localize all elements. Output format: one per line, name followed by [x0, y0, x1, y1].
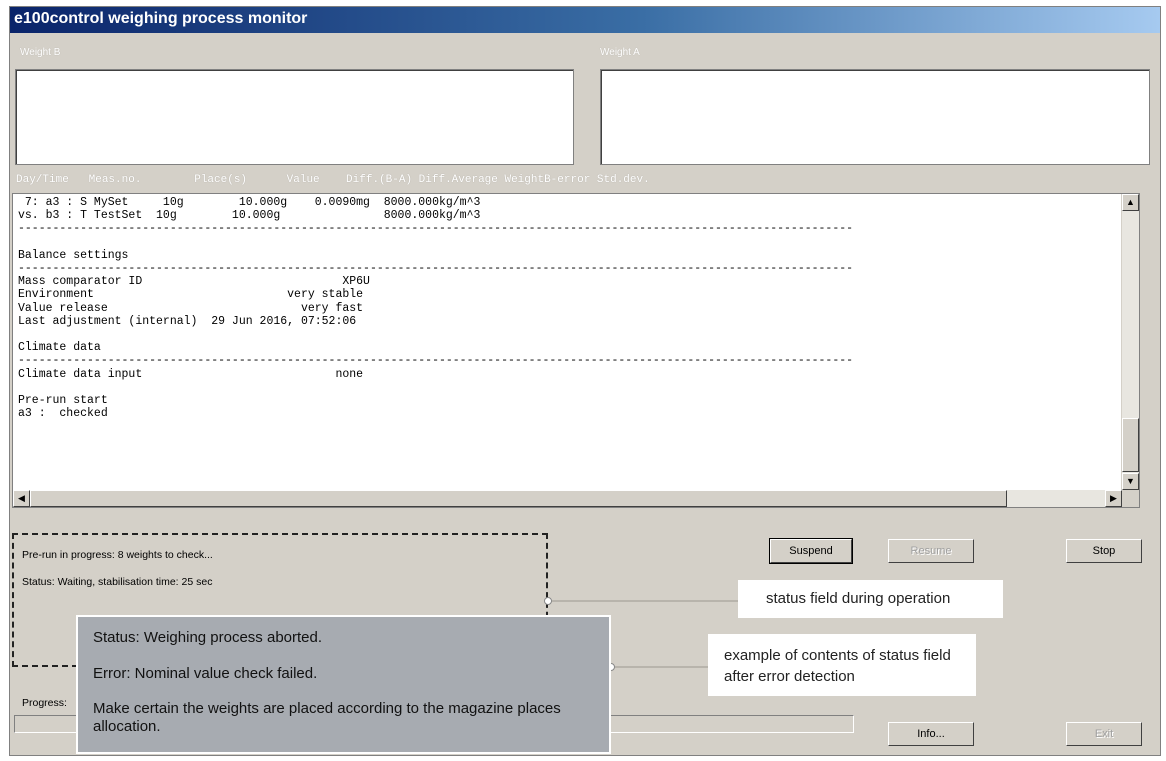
stop-button[interactable]: Stop: [1066, 539, 1142, 563]
scroll-down-button[interactable]: ▼: [1122, 473, 1139, 490]
window-title: e100control weighing process monitor: [14, 10, 308, 27]
scroll-thumb[interactable]: [1122, 418, 1139, 472]
suspend-button[interactable]: Suspend: [769, 538, 853, 564]
scroll-left-button[interactable]: ◀: [13, 490, 30, 507]
log-text: 7: a3 : S MySet 10g 10.000g 0.0090mg 800…: [18, 196, 854, 421]
status-callout-line: [548, 600, 738, 602]
status-field-callout-text: status field during operation: [766, 590, 951, 607]
error-callout-line: [611, 666, 708, 668]
weight-a-display: [600, 69, 1150, 165]
error-message-line: Error: Nominal value check failed.: [93, 665, 318, 682]
error-instruction-line: Make certain the weights are placed acco…: [93, 700, 561, 735]
horizontal-scroll-thumb[interactable]: [30, 490, 1007, 507]
log-horizontal-scrollbar[interactable]: ◀ ▶: [13, 490, 1122, 507]
progress-label: Progress:: [22, 697, 67, 709]
scrollbar-corner: [1122, 490, 1139, 507]
log-column-header: Day/Time Meas.no. Place(s) Value Diff.(B…: [16, 174, 650, 186]
exit-button[interactable]: Exit: [1066, 722, 1142, 746]
prerun-status-text: Pre-run in progress: 8 weights to check.…: [22, 549, 213, 561]
error-example-callout: example of contents of status field afte…: [708, 634, 976, 696]
weight-b-label: Weight B: [20, 47, 61, 58]
error-status-example-panel: Status: Weighing process aborted. Error:…: [76, 615, 611, 754]
weight-a-label: Weight A: [600, 47, 640, 58]
info-button[interactable]: Info...: [888, 722, 974, 746]
log-vertical-scrollbar[interactable]: ▲ ▼: [1121, 194, 1139, 490]
status-callout-dot: [544, 597, 552, 605]
scroll-right-button[interactable]: ▶: [1105, 490, 1122, 507]
error-status-line: Status: Weighing process aborted.: [93, 629, 323, 646]
title-bar: e100control weighing process monitor: [10, 7, 1160, 33]
status-field-callout: status field during operation: [738, 580, 1003, 618]
status-text: Status: Waiting, stabilisation time: 25 …: [22, 576, 213, 588]
log-output[interactable]: 7: a3 : S MySet 10g 10.000g 0.0090mg 800…: [12, 193, 1140, 508]
resume-button[interactable]: Resume: [888, 539, 974, 563]
weight-b-display: [15, 69, 574, 165]
scroll-up-button[interactable]: ▲: [1122, 194, 1139, 211]
error-example-callout-text: example of contents of status field afte…: [724, 647, 951, 685]
